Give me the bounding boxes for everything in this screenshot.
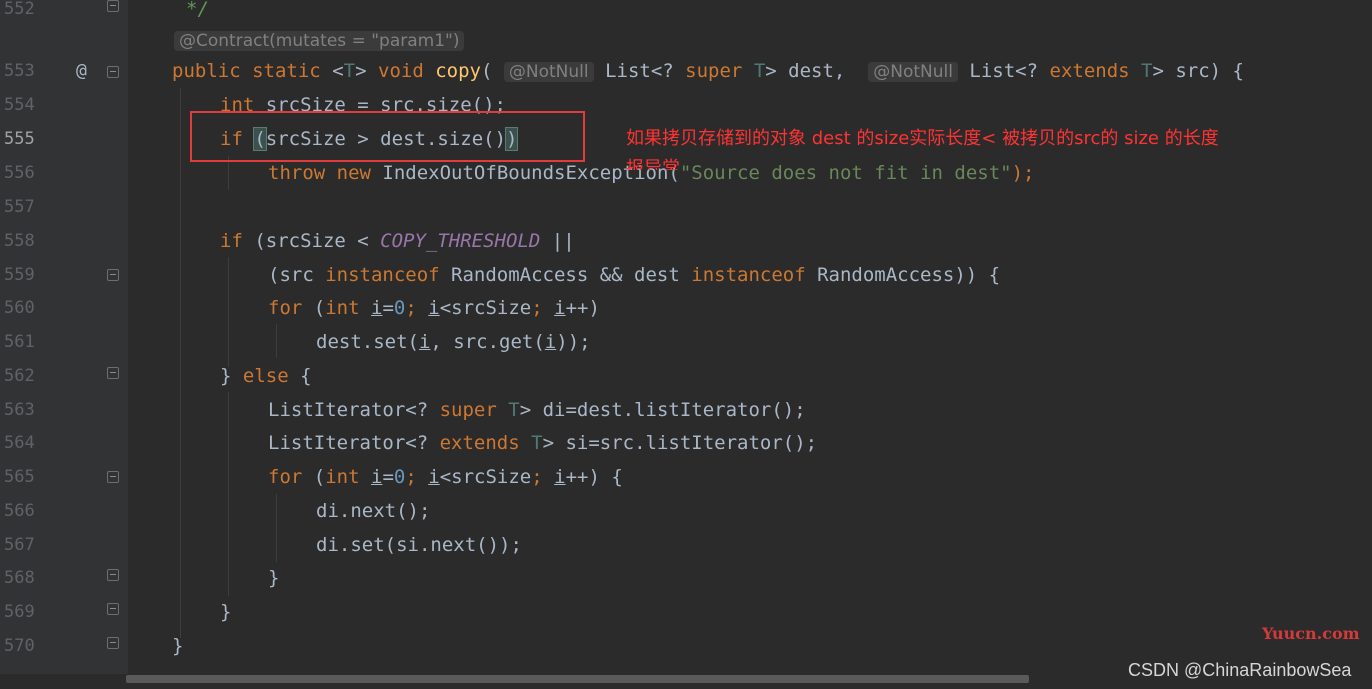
line-number: 565 <box>4 467 35 487</box>
constant-reference: COPY_THRESHOLD <box>380 230 541 252</box>
highlight-box <box>190 111 585 162</box>
inlay-hint-line: @Contract(mutates = "param1") <box>0 23 1372 57</box>
line-number: 562 <box>4 366 35 386</box>
line-number: 560 <box>4 298 35 318</box>
code-line: 560 for (int i=0; i<srcSize; i++) <box>0 291 1372 325</box>
line-number: 556 <box>4 163 35 183</box>
line-number: 570 <box>4 636 35 656</box>
line-number: 559 <box>4 265 35 285</box>
code-line: 568 } <box>0 561 1372 595</box>
fold-start-icon[interactable] <box>107 66 119 78</box>
fold-end-icon[interactable] <box>107 0 119 12</box>
code-line: 570 } <box>0 629 1372 663</box>
fold-end-icon[interactable] <box>107 603 119 615</box>
code-line: 569 } <box>0 595 1372 629</box>
code-editor[interactable]: 552 */ @Contract(mutates = "param1") 553… <box>0 0 1372 689</box>
line-number: 553 <box>4 61 35 81</box>
line-number: 558 <box>4 231 35 251</box>
method-name: copy <box>435 60 481 82</box>
notnull-inlay-hint: @NotNull <box>503 62 594 82</box>
line-number: 563 <box>4 400 35 420</box>
annotation-text: 如果拷贝存储到的对象 dest 的size实际长度< 被拷贝的src的 size… <box>626 128 1219 149</box>
line-number: 554 <box>4 95 35 115</box>
scrollbar-thumb[interactable] <box>126 675 1029 683</box>
fold-end-icon[interactable] <box>107 637 119 649</box>
code-line: 565 for (int i=0; i<srcSize; i++) { <box>0 460 1372 494</box>
code-line: 561 dest.set(i, src.get(i)); <box>0 325 1372 359</box>
fold-start-icon[interactable] <box>107 269 119 281</box>
line-number: 561 <box>4 332 35 352</box>
code-line: 558 if (srcSize < COPY_THRESHOLD || <box>0 224 1372 258</box>
code-line: 566 di.next(); <box>0 494 1372 528</box>
line-number: 567 <box>4 535 35 555</box>
site-watermark: Yuucn.com <box>1262 624 1360 643</box>
line-number: 568 <box>4 568 35 588</box>
comment: */ <box>186 0 209 20</box>
line-number: 555 <box>4 129 35 149</box>
fold-start-icon[interactable] <box>107 471 119 483</box>
fold-end-icon[interactable] <box>107 569 119 581</box>
code-line: 557 <box>0 190 1372 224</box>
code-line: 559 (src instanceof RandomAccess && dest… <box>0 258 1372 292</box>
override-gutter-marker[interactable]: @ <box>76 54 87 88</box>
code-line: 563 ListIterator<? super T> di=dest.list… <box>0 393 1372 427</box>
line-number: 557 <box>4 197 35 217</box>
string-literal: "Source does not fit in dest" <box>679 162 1012 184</box>
code-line: 553 @ public static <T> void copy( @NotN… <box>0 54 1372 88</box>
line-number: 564 <box>4 433 35 453</box>
code-line: 562 } else { <box>0 359 1372 393</box>
author-watermark: CSDN @ChinaRainbowSea <box>1128 660 1352 680</box>
line-number: 566 <box>4 501 35 521</box>
line-number: 569 <box>4 602 35 622</box>
contract-inlay-hint: @Contract(mutates = "param1") <box>174 31 465 51</box>
code-line: 567 di.set(si.next()); <box>0 528 1372 562</box>
notnull-inlay-hint: @NotNull <box>868 62 958 82</box>
annotation-text: 报异常 <box>626 158 680 170</box>
fold-end-icon[interactable] <box>107 367 119 379</box>
code-line: 564 ListIterator<? extends T> si=src.lis… <box>0 426 1372 460</box>
